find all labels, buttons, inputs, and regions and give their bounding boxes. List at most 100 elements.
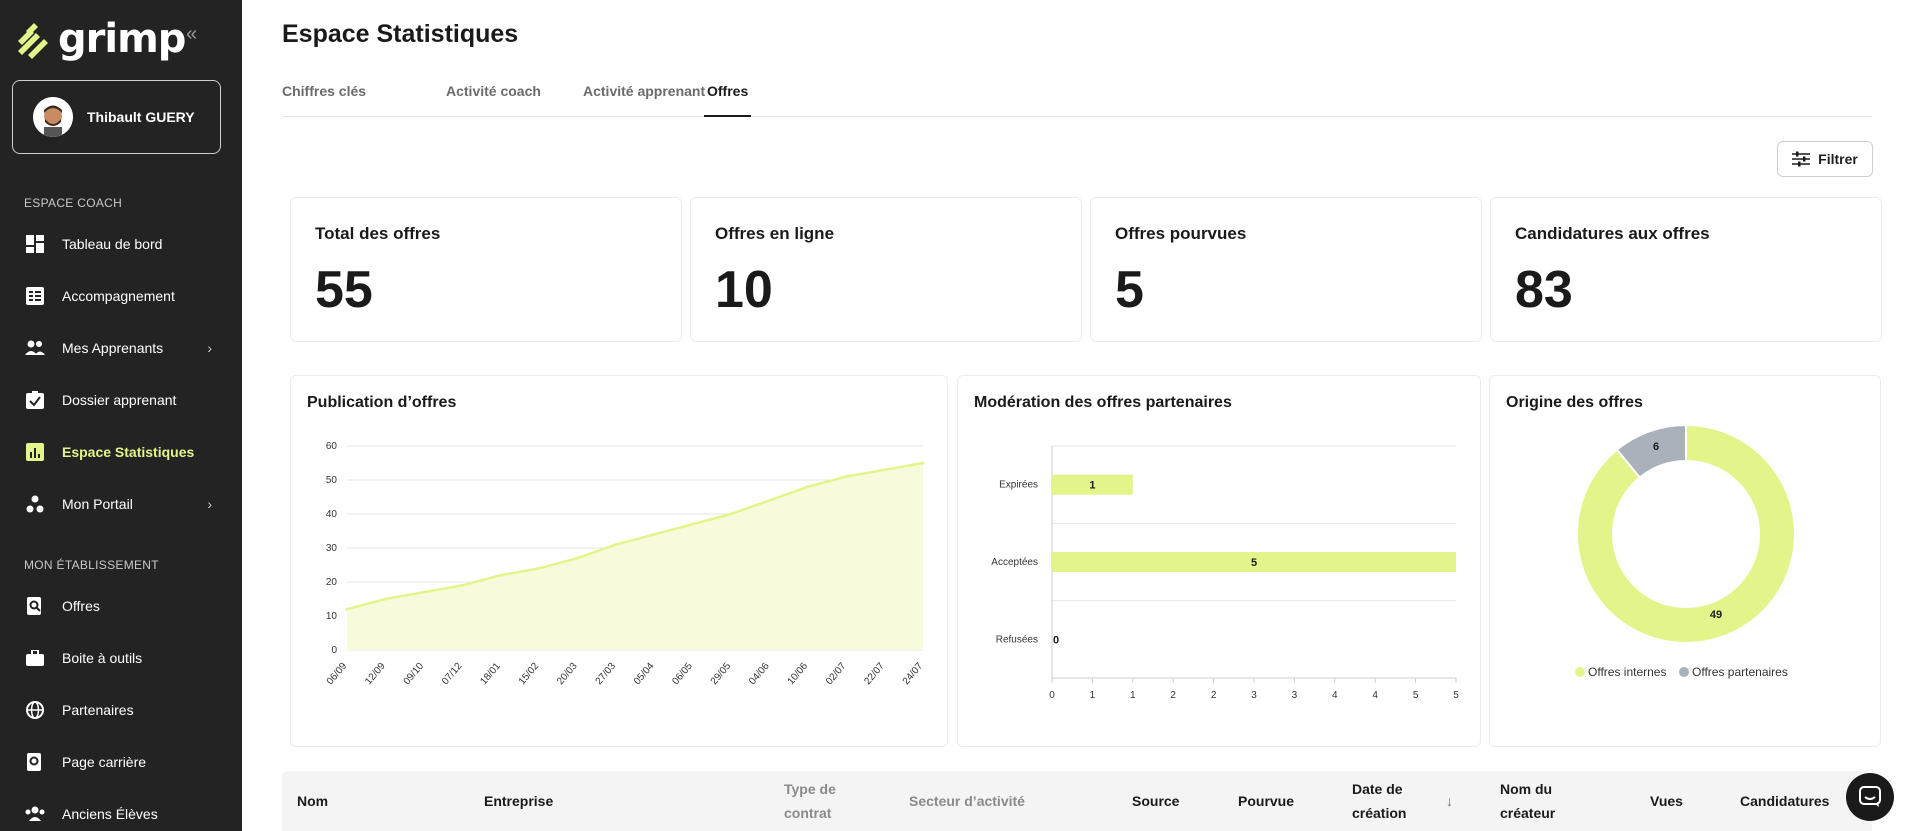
sidebar-item-espace-statistiques[interactable]: Espace Statistiques (0, 432, 242, 472)
kpi-card-offres-en-ligne: Offres en ligne 10 (690, 197, 1082, 342)
publication-area-chart: 0 10 20 30 40 50 60 06/09 12/09 09/10 07/12 18/01 15… (325, 441, 926, 688)
kpi-label: Total des offres (315, 224, 441, 243)
kpi-label: Offres pourvues (1115, 224, 1247, 243)
kpi-value: 10 (715, 261, 773, 319)
x-tick-label: 24/07 (901, 661, 926, 688)
data-point (460, 583, 464, 587)
data-point (921, 461, 925, 465)
legend-swatch (1575, 667, 1585, 677)
sidebar-item-label: Boite à outils (62, 650, 143, 666)
sidebar-item-boite-a-outils[interactable]: Boite à outils (0, 638, 242, 678)
sidebar-item-label: Dossier apprenant (62, 392, 177, 408)
area-fill (347, 463, 923, 650)
column-header-type-contrat[interactable]: Type de contrat (784, 777, 854, 825)
stats-icon (24, 441, 46, 463)
x-tick-label: 27/03 (594, 661, 619, 688)
data-point (652, 532, 656, 536)
sidebar-item-label: Page carrière (62, 754, 147, 770)
sort-descending-icon[interactable]: ↓ (1446, 789, 1453, 813)
column-header-entreprise[interactable]: Entreprise (484, 789, 553, 813)
y-tick-label: 0 (331, 645, 337, 656)
data-point (345, 607, 349, 611)
bar-value-label: 1 (1089, 480, 1095, 492)
column-header-nom-createur[interactable]: Nom du créateur (1500, 777, 1570, 825)
x-tick-label: 3 (1251, 690, 1257, 701)
x-tick-label: 4 (1372, 690, 1378, 701)
column-header-pourvue[interactable]: Pourvue (1238, 789, 1294, 813)
data-point (806, 485, 810, 489)
stats-tabs: Chiffres clés Activité coach Activité ap… (282, 80, 1872, 117)
tab-offres[interactable]: Offres (704, 80, 752, 117)
slice-value-label: 49 (1710, 609, 1722, 621)
sidebar-item-label: Offres (62, 598, 100, 614)
x-tick-label: 0 (1049, 690, 1055, 701)
x-tick-label: 06/05 (670, 661, 695, 688)
column-header-secteur[interactable]: Secteur d’activité (909, 789, 1025, 813)
tab-chiffres-cles[interactable]: Chiffres clés (282, 80, 366, 117)
chart-panel-moderation: Modération des offres partenaires 011223… (957, 375, 1481, 747)
x-tick-label: 09/10 (402, 661, 427, 688)
sidebar-item-page-carriere[interactable]: Page carrière (0, 742, 242, 782)
x-tick-label: 04/06 (747, 661, 772, 688)
chevron-right-icon: › (207, 496, 212, 512)
column-header-source[interactable]: Source (1132, 789, 1179, 813)
portal-icon (24, 493, 46, 515)
kpi-card-candidatures: Candidatures aux offres 83 (1490, 197, 1882, 342)
sidebar-item-anciens-eleves[interactable]: Anciens Élèves (0, 794, 242, 831)
alumni-icon (24, 803, 46, 825)
brand-name: grimp (58, 16, 186, 62)
x-tick-label: 18/01 (478, 661, 503, 688)
collapse-sidebar-icon[interactable]: « (186, 24, 206, 44)
sidebar-item-accompagnement[interactable]: Accompagnement (0, 276, 242, 316)
x-tick-label: 05/04 (632, 661, 657, 688)
legend-swatch (1679, 667, 1689, 677)
tab-activite-apprenant[interactable]: Activité apprenant (583, 80, 705, 117)
grimp-logo[interactable]: grimp (14, 16, 186, 62)
sidebar-item-partenaires[interactable]: Partenaires (0, 690, 242, 730)
section-label-etablissement: MON ÉTABLISSEMENT (24, 558, 159, 572)
column-header-vues[interactable]: Vues (1650, 789, 1683, 813)
x-tick-label: 3 (1292, 690, 1298, 701)
column-header-date-creation[interactable]: Date de création (1352, 777, 1412, 825)
data-point (614, 543, 618, 547)
x-tick-label: 12/09 (363, 661, 388, 688)
legend-label: Offres partenaires (1692, 665, 1788, 679)
filter-button[interactable]: Filtrer (1777, 141, 1873, 177)
x-tick-label: 15/02 (517, 661, 542, 688)
y-tick-label: 30 (326, 543, 338, 554)
sidebar-item-dashboard[interactable]: Tableau de bord (0, 224, 242, 264)
sidebar: grimp « Thibault GUERY ESPACE COACH Tabl… (0, 0, 242, 831)
kpi-value: 83 (1515, 261, 1573, 319)
chevron-right-icon: › (207, 340, 212, 356)
user-profile-card[interactable]: Thibault GUERY (12, 80, 221, 154)
column-header-nom[interactable]: Nom (297, 789, 328, 813)
sidebar-item-dossier-apprenant[interactable]: Dossier apprenant (0, 380, 242, 420)
dashboard-icon (24, 233, 46, 255)
x-tick-label: 29/05 (709, 661, 734, 688)
data-point (691, 522, 695, 526)
kpi-card-offres-pourvues: Offres pourvues 5 (1090, 197, 1482, 342)
data-point (499, 573, 503, 577)
x-tick-label: 5 (1453, 690, 1459, 701)
column-header-candidatures[interactable]: Candidatures (1740, 789, 1829, 813)
checklist-icon (24, 285, 46, 307)
data-point (537, 566, 541, 570)
sidebar-item-mon-portail[interactable]: Mon Portail › (0, 484, 242, 524)
people-icon (24, 337, 46, 359)
data-point (383, 597, 387, 601)
toolbox-icon (24, 647, 46, 669)
y-tick-label: 60 (326, 441, 338, 452)
sidebar-item-mes-apprenants[interactable]: Mes Apprenants › (0, 328, 242, 368)
kpi-label: Candidatures aux offres (1515, 224, 1710, 243)
y-tick-label: 20 (326, 577, 338, 588)
career-page-icon (24, 751, 46, 773)
tab-activite-coach[interactable]: Activité coach (446, 80, 541, 117)
section-label-coach: ESPACE COACH (24, 196, 123, 210)
y-category-label: Expirées (999, 480, 1038, 491)
x-tick-label: 22/07 (862, 661, 887, 688)
x-tick-label: 10/06 (786, 661, 811, 688)
user-name: Thibault GUERY (87, 109, 195, 125)
y-tick-label: 50 (326, 475, 338, 486)
chat-support-button[interactable] (1846, 773, 1894, 821)
sidebar-item-offres[interactable]: Offres (0, 586, 242, 626)
